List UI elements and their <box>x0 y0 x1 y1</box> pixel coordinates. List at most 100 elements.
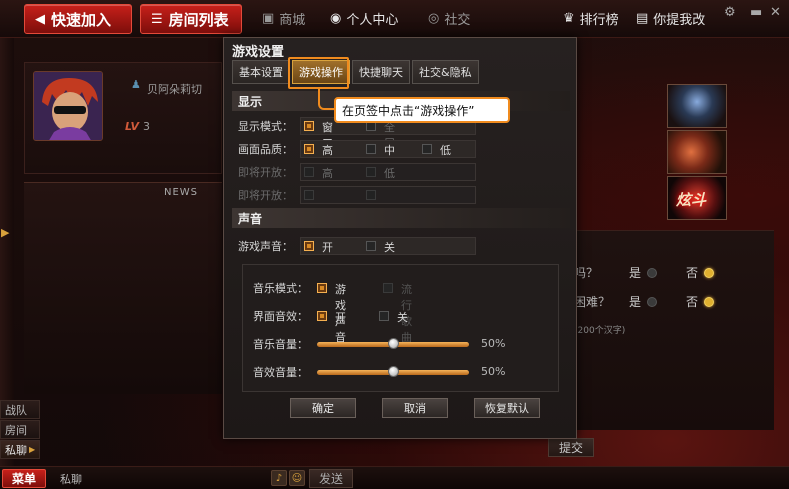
quality-low-checkbox[interactable] <box>422 144 432 154</box>
ui-sound-on-checkbox[interactable] <box>317 311 327 321</box>
submit-button[interactable]: 提交 <box>548 438 594 457</box>
radio-q1-yes[interactable] <box>647 267 658 278</box>
quality-low-label: 低 <box>440 144 451 157</box>
cancel-button[interactable]: 取消 <box>382 398 448 418</box>
quality-mid-checkbox[interactable] <box>366 144 376 154</box>
ui-sound-off-label: 关 <box>397 311 408 324</box>
sound-section-header: 声音 <box>232 208 570 228</box>
survey-q1-yes-label: 是 <box>629 266 642 280</box>
instruction-tooltip: 在页签中点击“游戏操作” <box>334 97 510 123</box>
radio-q1-no[interactable] <box>704 267 715 278</box>
quality-high-checkbox[interactable] <box>304 144 314 154</box>
music-game-checkbox[interactable] <box>317 283 327 293</box>
mall-icon: ▣ <box>262 11 275 26</box>
level-display: LV 3 <box>125 120 150 133</box>
coming-soon-row-2: 即将开放： <box>238 186 476 204</box>
effect-volume-value: 50% <box>481 365 506 378</box>
level-value: 3 <box>143 120 151 133</box>
ui-sound-label: 界面音效： <box>253 310 308 323</box>
chat-tab-private[interactable]: 私聊 ▶ <box>0 440 40 459</box>
mode-window-checkbox[interactable] <box>304 121 314 131</box>
settings-tabs: 基本设置 游戏操作 快捷聊天 社交&隐私 <box>232 60 479 84</box>
coming-soon-1-low-label: 低 <box>384 167 395 180</box>
game-sound-label: 游戏声音： <box>238 240 293 253</box>
music-volume-value: 50% <box>481 337 506 350</box>
emoji-icon[interactable]: ☺ <box>289 470 305 486</box>
chat-tabs: 战队 房间 私聊 ▶ <box>0 400 40 460</box>
music-mode-label: 音乐模式： <box>253 282 308 295</box>
ui-sound-on-label: 开 <box>335 311 346 324</box>
social-nav[interactable]: ◎ 社交 <box>428 9 470 28</box>
room-list-label: 房间列表 <box>168 10 229 29</box>
profile-name: 贝阿朵莉切 <box>147 83 202 96</box>
dialog-title: 游戏设置 <box>232 45 285 60</box>
ui-sound-row: 界面音效： 开 关 <box>253 307 408 325</box>
survey-q2-yes-label: 是 <box>629 295 642 309</box>
music-settings-box: 音乐模式： 游戏声音 流行歌曲 界面音效： 开 关 音乐音量： 50% 音效音量… <box>242 264 559 392</box>
quality-row: 画面品质： 高 中 低 <box>238 140 476 158</box>
personal-center-label: 个人中心 <box>346 13 399 28</box>
survey-q1-no-label: 否 <box>686 266 699 280</box>
chat-tab-private-label: 私聊 <box>5 443 27 457</box>
game-thumbnail-1[interactable] <box>667 84 727 128</box>
feedback-icon: ▤ <box>636 11 649 26</box>
coming-soon-label-1: 即将开放： <box>238 166 293 179</box>
survey-q1-no[interactable]: 否 <box>686 264 715 281</box>
news-header: NEWS <box>164 187 199 198</box>
social-icon: ◎ <box>428 11 440 26</box>
user-circle-icon: ◉ <box>330 11 342 26</box>
game-thumbnail-3[interactable]: 炫斗 <box>667 176 727 220</box>
coming-soon-1-high-checkbox <box>304 167 314 177</box>
survey-q2-yes[interactable]: 是 <box>629 293 658 310</box>
reset-defaults-button[interactable]: 恢复默认 <box>474 398 540 418</box>
game-sound-off-checkbox[interactable] <box>366 241 376 251</box>
survey-question-1: 吗？ <box>574 266 599 280</box>
ok-button[interactable]: 确定 <box>290 398 356 418</box>
trophy-icon: ♛ <box>563 11 575 26</box>
leaderboard-nav[interactable]: ♛ 排行榜 <box>563 9 619 28</box>
survey-q2-no[interactable]: 否 <box>686 293 715 310</box>
mall-nav[interactable]: ▣ 商城 <box>262 9 305 28</box>
private-chat-label: 私聊 <box>60 473 82 486</box>
music-pop-checkbox[interactable] <box>383 283 393 293</box>
quality-mid-label: 中 <box>384 144 395 157</box>
tab-basic-settings[interactable]: 基本设置 <box>232 60 290 84</box>
display-mode-row: 显示模式： 窗口 全屏 <box>238 117 476 150</box>
expand-arrow-icon[interactable]: ▶ <box>1 226 9 239</box>
radio-q2-no[interactable] <box>704 296 715 307</box>
quality-label: 画面品质： <box>238 143 293 156</box>
chat-tab-room[interactable]: 房间 <box>0 420 40 439</box>
level-badge: LV <box>125 120 140 133</box>
room-list-button[interactable]: ☰ 房间列表 <box>140 4 242 34</box>
tab-social-privacy[interactable]: 社交&隐私 <box>412 60 479 84</box>
chat-tab-team[interactable]: 战队 <box>0 400 40 419</box>
effect-volume-knob[interactable] <box>388 366 399 377</box>
menu-button[interactable]: 菜单 <box>2 469 46 488</box>
tab-quick-chat[interactable]: 快捷聊天 <box>352 60 410 84</box>
effect-volume-label: 音效音量： <box>253 366 308 379</box>
avatar[interactable] <box>33 71 103 141</box>
minimize-icon[interactable]: ▬ <box>750 5 762 20</box>
send-button[interactable]: 发送 <box>309 469 353 488</box>
survey-q1-yes[interactable]: 是 <box>629 264 658 281</box>
close-icon[interactable]: ✕ <box>770 5 781 20</box>
speaker-icon[interactable]: ♪ <box>271 470 287 486</box>
game-thumbnail-2[interactable] <box>667 130 727 174</box>
coming-soon-row-1: 即将开放： 高 低 <box>238 163 476 181</box>
profile-card: ♟ 贝阿朵莉切 LV 3 <box>24 62 222 174</box>
music-volume-row: 音乐音量： 50% <box>253 335 505 353</box>
music-volume-knob[interactable] <box>388 338 399 349</box>
game-sound-on-label: 开 <box>322 241 333 254</box>
game-sound-on-checkbox[interactable] <box>304 241 314 251</box>
leaderboard-label: 排行榜 <box>579 13 619 28</box>
coming-soon-label-2: 即将开放： <box>238 189 293 202</box>
quick-join-button[interactable]: ◀ 快速加入 <box>24 4 132 34</box>
coming-soon-1-low-checkbox <box>366 167 376 177</box>
coming-soon-field-2 <box>300 186 476 204</box>
arrow-left-icon: ◀ <box>35 11 45 27</box>
settings-gear-icon[interactable]: ⚙ <box>724 5 736 20</box>
suggest-nav[interactable]: ▤ 你提我改 <box>636 9 705 28</box>
personal-center-nav[interactable]: ◉ 个人中心 <box>330 9 398 28</box>
ui-sound-off-checkbox[interactable] <box>379 311 389 321</box>
radio-q2-yes[interactable] <box>647 296 658 307</box>
